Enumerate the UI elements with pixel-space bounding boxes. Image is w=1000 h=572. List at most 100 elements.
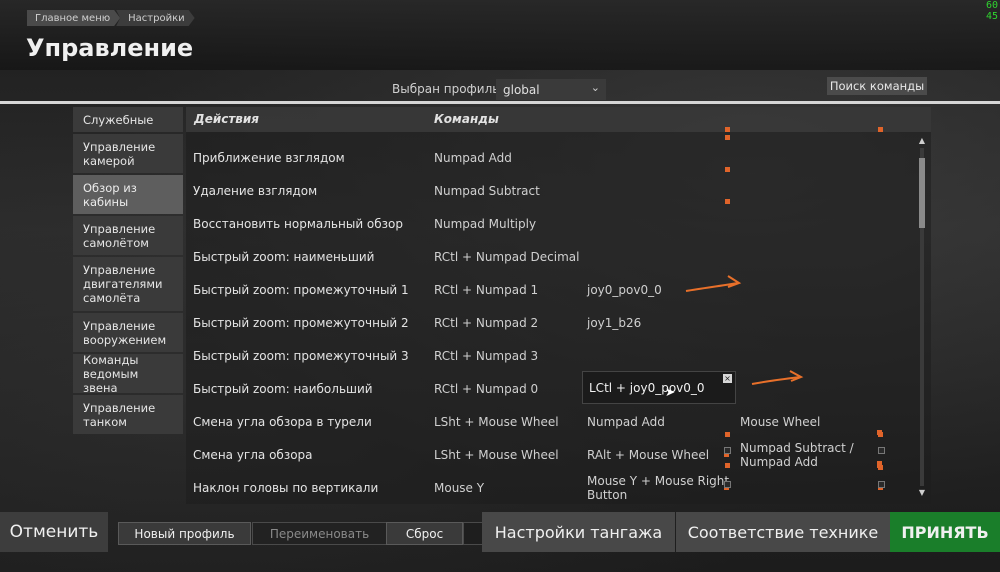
profile-select[interactable]: global ⌄	[496, 79, 606, 100]
action-label: Приближение взглядом	[193, 150, 345, 165]
binding-edit-popup[interactable]: LCtl + joy0_pov0_0 ×	[582, 371, 736, 404]
table-row[interactable]: Быстрый zoom: промежуточный 1 RCtl + Num…	[186, 273, 916, 306]
binding-cell[interactable]: LSht + Mouse Wheel	[434, 405, 584, 438]
link-icon[interactable]	[724, 481, 731, 488]
sidebar-item-weapons[interactable]: Управление вооружением	[73, 313, 183, 352]
scroll-up-icon[interactable]: ▲	[917, 136, 927, 146]
binding-cell[interactable]	[740, 471, 880, 504]
sidebar-item-aircraft[interactable]: Управление самолётом	[73, 216, 183, 255]
binding-cell[interactable]: RCtl + Numpad 1	[434, 273, 584, 306]
binding-cell[interactable]	[740, 174, 880, 207]
action-label: Быстрый zoom: промежуточный 1	[193, 282, 409, 297]
table-row[interactable]: Наклон головы по вертикали Mouse Y Mouse…	[186, 471, 916, 504]
vehicle-match-button[interactable]: Соответствие технике	[676, 512, 890, 552]
pitch-settings-button[interactable]: Настройки тангажа	[482, 512, 675, 552]
close-icon[interactable]: ×	[723, 374, 732, 383]
binding-cell[interactable]: Mouse Y	[434, 471, 584, 504]
conflict-marker-icon	[725, 199, 730, 204]
bottom-bar: Отменить Новый профиль Переименовать Сбр…	[0, 512, 1000, 552]
binding-cell[interactable]	[740, 240, 880, 273]
table-scrollbar[interactable]: ▲ ▼	[917, 136, 927, 498]
binding-cell[interactable]	[587, 174, 737, 207]
new-profile-button[interactable]: Новый профиль	[118, 522, 251, 545]
binding-cell[interactable]: Numpad Subtract	[434, 174, 584, 207]
binding-cell[interactable]	[740, 141, 880, 174]
chevron-down-icon: ⌄	[590, 81, 600, 94]
binding-cell[interactable]: Mouse Y + Mouse Right Button	[587, 471, 737, 504]
binding-cell[interactable]: RCtl + Numpad 2	[434, 306, 584, 339]
binding-cell[interactable]: Numpad Multiply	[434, 207, 584, 240]
binding-cell[interactable]	[587, 207, 737, 240]
binding-cell[interactable]: Mouse Wheel	[740, 405, 880, 438]
binding-cell[interactable]: RCtl + Numpad 3	[434, 339, 584, 372]
breadcrumb: Главное меню Настройки	[27, 10, 191, 26]
conflict-marker-icon	[878, 127, 883, 132]
binding-cell[interactable]: Numpad Add	[434, 141, 584, 174]
page-title: Управление	[26, 34, 194, 62]
fps-counter: 60 45	[986, 0, 998, 22]
sidebar-item-label: Команды ведомым звена	[83, 352, 139, 395]
action-label: Быстрый zoom: наибольший	[193, 381, 373, 396]
binding-cell[interactable]: LSht + Mouse Wheel	[434, 438, 584, 471]
scroll-thumb[interactable]	[919, 158, 925, 228]
table-row[interactable]: Быстрый zoom: наименьший RCtl + Numpad D…	[186, 240, 916, 273]
binding-cell[interactable]	[587, 240, 737, 273]
table-row[interactable]: Приближение взглядом Numpad Add	[186, 141, 916, 174]
binding-cell[interactable]: RCtl + Numpad 0	[434, 372, 584, 405]
sidebar-item-cockpit-view[interactable]: Обзор из кабины	[73, 175, 183, 214]
sidebar-item-engines[interactable]: Управление двигателями самолёта	[73, 257, 183, 311]
table-row[interactable]: Быстрый zoom: наибольший RCtl + Numpad 0	[186, 372, 916, 405]
conflict-marker-icon	[877, 430, 882, 435]
fps-line-1: 60	[985, 0, 998, 11]
scroll-down-icon[interactable]: ▼	[917, 488, 927, 498]
sidebar-item-label: Управление самолётом	[83, 221, 156, 250]
action-label: Быстрый zoom: промежуточный 3	[193, 348, 409, 363]
sidebar-item-wingmen[interactable]: Команды ведомым звена	[73, 352, 183, 395]
table-header: Действия Команды	[186, 107, 931, 132]
binding-cell[interactable]	[587, 339, 737, 372]
binding-cell[interactable]: RAlt + Mouse Wheel	[587, 438, 737, 471]
binding-cell[interactable]	[740, 306, 880, 339]
rename-button[interactable]: Переименовать	[252, 522, 387, 545]
annotation-arrow-icon	[685, 275, 742, 292]
category-sidebar: Служебные Управление камерой Обзор из ка…	[73, 107, 183, 436]
fps-line-2: 45	[985, 11, 998, 22]
binding-cell[interactable]: joy1_b26	[587, 306, 737, 339]
table-row[interactable]: Смена угла обзора в турели LSht + Mouse …	[186, 405, 916, 438]
sidebar-item-label: Служебные	[83, 112, 154, 127]
sidebar-item-label: Управление двигателями самолёта	[83, 263, 163, 305]
reset-button[interactable]: Сброс	[386, 522, 463, 545]
sidebar-item-camera[interactable]: Управление камерой	[73, 134, 183, 173]
action-label: Смена угла обзора	[193, 447, 313, 462]
sidebar-item-service[interactable]: Служебные	[73, 107, 183, 132]
breadcrumb-settings[interactable]: Настройки	[116, 10, 194, 26]
action-label: Быстрый zoom: промежуточный 2	[193, 315, 409, 330]
binding-cell[interactable]: RCtl + Numpad Decimal	[434, 240, 584, 273]
header-commands: Команды	[434, 112, 499, 126]
sidebar-item-tank[interactable]: Управление танком	[73, 395, 183, 434]
table-row[interactable]: Восстановить нормальный обзор Numpad Mul…	[186, 207, 916, 240]
table-row[interactable]: Быстрый zoom: промежуточный 3 RCtl + Num…	[186, 339, 916, 372]
accept-button[interactable]: ПРИНЯТЬ	[890, 512, 1000, 552]
table-row[interactable]: Смена угла обзора LSht + Mouse Wheel RAl…	[186, 438, 916, 471]
conflict-marker-icon	[725, 463, 730, 468]
link-icon[interactable]	[724, 447, 731, 454]
binding-cell[interactable]: Numpad Add	[587, 405, 737, 438]
link-icon[interactable]	[878, 481, 885, 488]
action-label: Быстрый zoom: наименьший	[193, 249, 375, 264]
cancel-button[interactable]: Отменить	[0, 512, 108, 552]
action-label: Смена угла обзора в турели	[193, 414, 372, 429]
binding-cell[interactable]: Numpad Subtract / Numpad Add	[740, 438, 880, 471]
binding-cell[interactable]	[740, 207, 880, 240]
breadcrumb-main-menu[interactable]: Главное меню	[27, 10, 120, 26]
conflict-marker-icon	[877, 463, 882, 468]
link-icon[interactable]	[878, 447, 885, 454]
sidebar-item-label: Обзор из кабины	[83, 180, 137, 209]
search-command-button[interactable]: Поиск команды	[827, 77, 927, 95]
binding-cell[interactable]	[740, 273, 880, 306]
table-row[interactable]: Быстрый zoom: промежуточный 2 RCtl + Num…	[186, 306, 916, 339]
extra-button[interactable]	[463, 522, 483, 545]
binding-cell[interactable]	[587, 141, 737, 174]
table-row[interactable]: Удаление взглядом Numpad Subtract	[186, 174, 916, 207]
conflict-marker-icon	[725, 135, 730, 140]
